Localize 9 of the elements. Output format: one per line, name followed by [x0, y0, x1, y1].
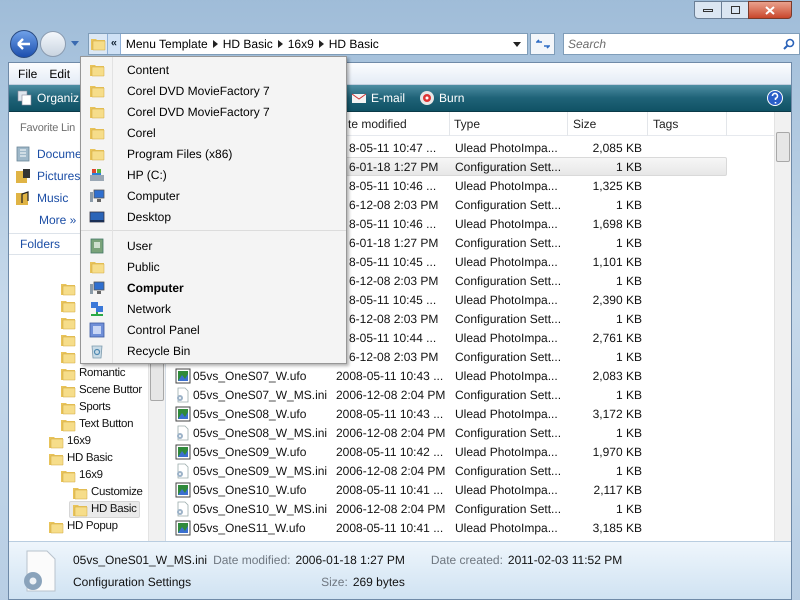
- field-value: 2011-02-03 11:52 PM: [508, 552, 622, 568]
- field-value: 2006-01-18 1:27 PM: [295, 552, 405, 568]
- field-label: Size:: [321, 574, 348, 590]
- field-value: 269 bytes: [352, 574, 405, 590]
- field-label: Date modified:: [213, 552, 290, 568]
- file-name: 05vs_OneS01_W_MS.ini: [73, 552, 208, 568]
- field-label: Date created:: [430, 552, 503, 568]
- section-title: Favorite Lin: [20, 121, 76, 136]
- file-type: Configuration Settings: [73, 574, 192, 590]
